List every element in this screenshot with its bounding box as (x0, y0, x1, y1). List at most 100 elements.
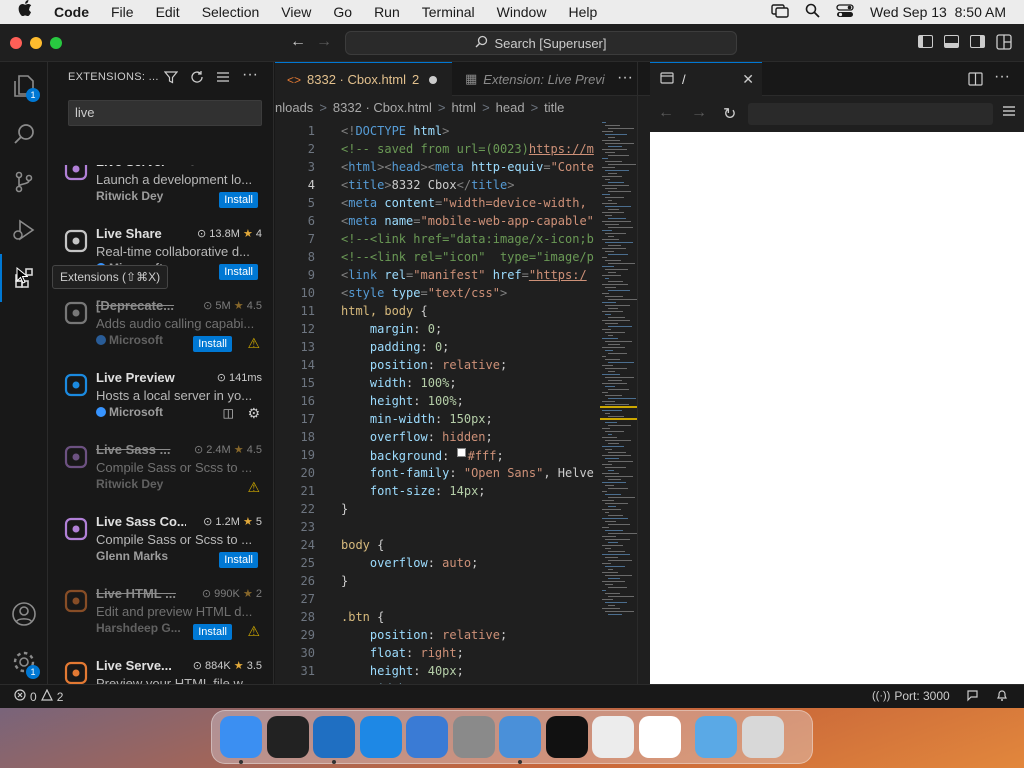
toggle-panel-icon[interactable] (944, 35, 959, 48)
extension-stats: ⊙ 990K ★ 2 (202, 587, 262, 600)
go-forward-icon[interactable]: → (316, 33, 332, 51)
extension-item[interactable]: Live Sass Co... ⊙ 1.2M ★ 5 Compile Sass or… (48, 507, 274, 577)
menu-help[interactable]: Help (557, 0, 608, 24)
install-button[interactable]: Install (219, 192, 258, 208)
minimize-window-button[interactable] (30, 37, 42, 49)
install-button[interactable]: Install (193, 624, 232, 640)
close-window-button[interactable] (10, 37, 22, 49)
breadcrumb-item[interactable]: nloads (275, 100, 313, 115)
code-token: href (485, 268, 522, 282)
install-button[interactable]: Install (219, 552, 258, 568)
apple-menu-icon[interactable] (0, 0, 43, 24)
preview-menu-icon[interactable] (1002, 104, 1016, 123)
minimap[interactable] (600, 118, 637, 684)
extension-item[interactable]: Live HTML ... ⊙ 990K ★ 2 Edit and preview … (48, 579, 274, 649)
install-button[interactable]: Install (219, 264, 258, 280)
live-preview-panel: / ✕ ··· ← → ↻ (637, 62, 1024, 684)
refresh-icon[interactable] (190, 70, 204, 87)
explorer-button[interactable]: 1 (0, 62, 48, 110)
accounts-button[interactable] (0, 590, 48, 638)
code-line: font-family: "Open Sans", Helve (341, 466, 594, 480)
menu-window[interactable]: Window (486, 0, 558, 24)
breadcrumb-item[interactable]: title (544, 100, 564, 115)
downloads-folder-icon[interactable] (695, 716, 737, 758)
preview-reload-icon[interactable]: ↻ (723, 104, 736, 124)
extension-description: Edit and preview HTML d... (96, 604, 253, 619)
menu-terminal[interactable]: Terminal (411, 0, 486, 24)
chrome-icon[interactable] (638, 716, 681, 758)
customize-layout-icon[interactable] (996, 34, 1012, 55)
menubar-clock[interactable]: Wed Sep 13 8:50 AM (870, 4, 1006, 20)
menubar-app-name[interactable]: Code (43, 0, 100, 24)
zoom-window-button[interactable] (50, 37, 62, 49)
more-actions-icon[interactable]: ··· (242, 66, 258, 84)
safari-icon[interactable] (359, 716, 402, 758)
menu-view[interactable]: View (270, 0, 322, 24)
code-token: "Conte (550, 160, 594, 174)
preview-address-input[interactable] (748, 103, 993, 125)
preview-back-icon[interactable]: ← (658, 104, 674, 122)
warning-icon[interactable]: ⚠ (247, 623, 260, 640)
filter-icon[interactable] (163, 70, 179, 87)
code-area[interactable]: 1 <!DOCTYPE html> 2 <!-- saved from url=(00… (275, 118, 600, 684)
extension-item[interactable]: Live Serve... ⊙ 884K ★ 3.5 Preview your HT… (48, 651, 274, 684)
minimap-line (602, 185, 629, 186)
tab-preview[interactable]: / ✕ (650, 62, 762, 96)
extension-sync-icon[interactable]: ◫ (223, 406, 234, 420)
dashboard-icon[interactable] (266, 716, 309, 758)
screen-mirroring-icon[interactable] (771, 3, 789, 21)
split-editor-icon[interactable] (968, 72, 983, 91)
breadcrumb-item[interactable]: 8332 · Cbox.html (333, 100, 432, 115)
preview-forward-icon[interactable]: → (691, 104, 707, 122)
close-icon[interactable]: ✕ (742, 71, 754, 88)
preview-more-icon[interactable]: ··· (994, 68, 1010, 86)
editor-more-icon[interactable]: ··· (617, 69, 633, 87)
trash-icon[interactable] (741, 716, 784, 758)
tab-cbox-html[interactable]: <> 8332 · Cbox.html 2 (275, 62, 452, 96)
menu-run[interactable]: Run (363, 0, 411, 24)
run-debug-button[interactable] (0, 206, 48, 254)
problems-status[interactable]: 0 2 (14, 688, 63, 704)
keynote-icon[interactable] (406, 716, 448, 758)
toggle-primary-sidebar-icon[interactable] (918, 35, 933, 48)
extension-item[interactable]: [Deprecate... ⊙ 5M ★ 4.5 Adds audio callin… (48, 291, 274, 361)
extension-search-input[interactable]: live (68, 100, 262, 126)
menu-edit[interactable]: Edit (145, 0, 191, 24)
warning-icon[interactable]: ⚠ (247, 479, 260, 496)
tab-extension-live-preview[interactable]: ▦ Extension: Live Previ (453, 62, 613, 96)
extension-settings-gear-icon[interactable]: ⚙ (247, 405, 260, 422)
control-center-icon[interactable] (836, 3, 854, 21)
code-token: >< (420, 160, 435, 174)
chrome-profile-icon[interactable] (499, 716, 541, 758)
minimap-line (608, 353, 627, 354)
port-status[interactable]: ((·)) Port: 3000 (872, 689, 950, 703)
manage-button[interactable]: 1 (0, 638, 48, 686)
preview-content[interactable] (650, 132, 1024, 684)
menu-go[interactable]: Go (322, 0, 363, 24)
minimap-line (605, 431, 624, 432)
breadcrumb-item[interactable]: html (452, 100, 477, 115)
vscode-icon[interactable] (313, 716, 355, 758)
command-center-search[interactable]: Search [Superuser] (345, 31, 737, 55)
menu-selection[interactable]: Selection (191, 0, 271, 24)
finder-icon[interactable] (220, 716, 262, 758)
warning-icon[interactable]: ⚠ (247, 335, 260, 352)
search-view-button[interactable] (0, 110, 48, 158)
system-settings-icon[interactable] (452, 716, 495, 758)
extension-item[interactable]: Live Server⊙ 38.9M ★ 4.5 Launch a develop… (48, 165, 274, 217)
notifications-bell-icon[interactable] (996, 689, 1008, 705)
install-button[interactable]: Install (193, 336, 232, 352)
source-control-button[interactable] (0, 158, 48, 206)
toggle-secondary-sidebar-icon[interactable] (970, 35, 985, 48)
launchpad-icon[interactable] (592, 716, 634, 758)
go-back-icon[interactable]: ← (290, 33, 306, 51)
breadcrumb-separator: > (482, 99, 490, 115)
extension-item[interactable]: Live Preview ⊙ 141ms Hosts a local server … (48, 363, 274, 433)
spotlight-search-icon[interactable] (805, 3, 820, 21)
capcut-icon[interactable] (545, 716, 588, 758)
clear-results-icon[interactable] (216, 70, 230, 87)
breadcrumb-item[interactable]: head (496, 100, 525, 115)
extension-item[interactable]: Live Sass ... ⊙ 2.4M ★ 4.5 Compile Sass or… (48, 435, 274, 505)
feedback-icon[interactable] (966, 689, 979, 705)
menu-file[interactable]: File (100, 0, 145, 24)
